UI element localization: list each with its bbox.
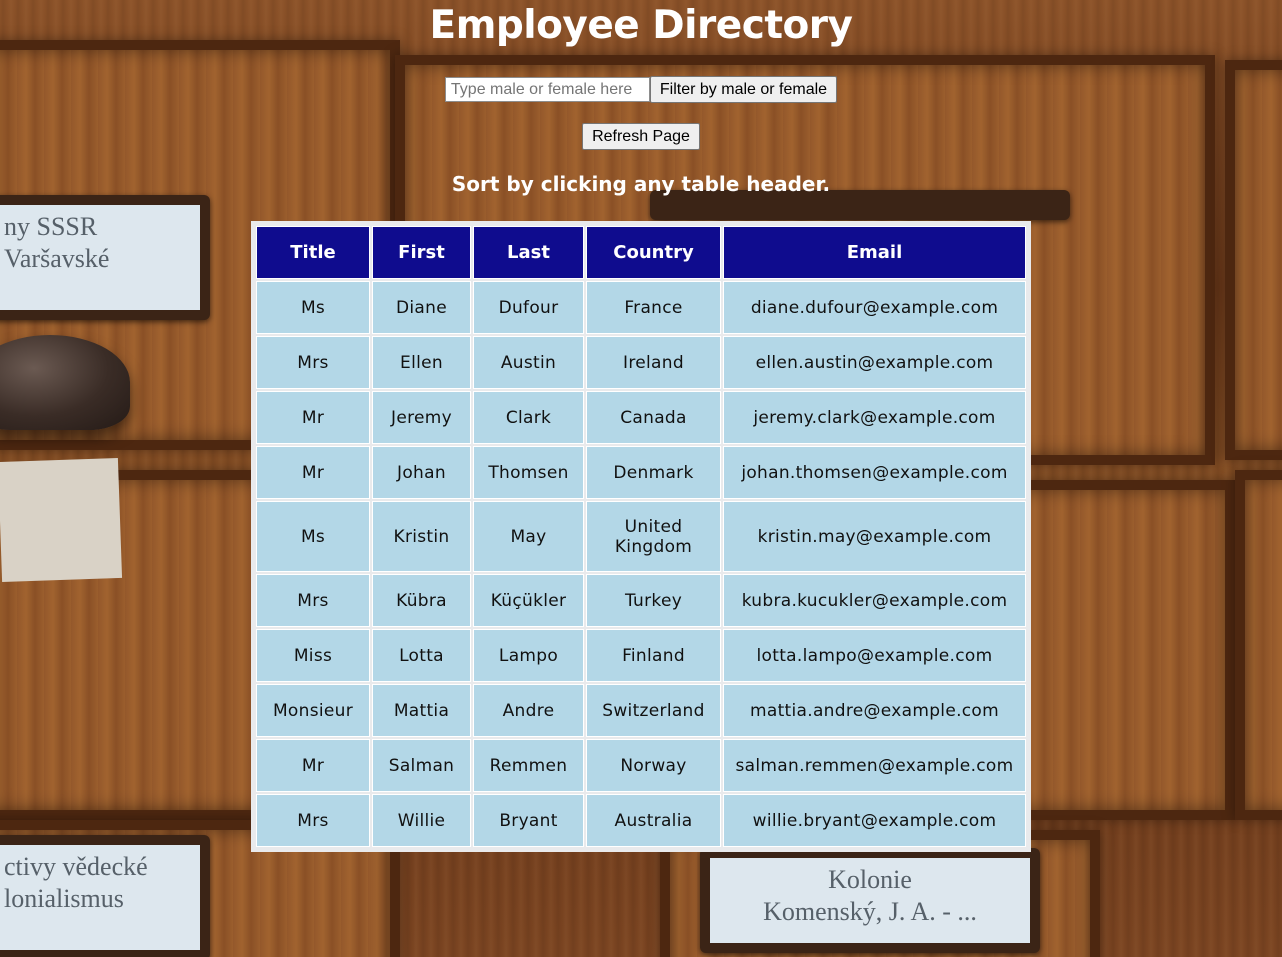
cell-last: Küçükler xyxy=(473,574,584,627)
cell-title: Monsieur xyxy=(256,684,370,737)
table-row: Ms Diane Dufour France diane.dufour@exam… xyxy=(256,281,1026,334)
header-first[interactable]: First xyxy=(372,226,471,279)
table-frame: Title First Last Country Email Ms Diane … xyxy=(251,221,1031,852)
cell-first: Diane xyxy=(372,281,471,334)
cell-email: mattia.andre@example.com xyxy=(723,684,1026,737)
cell-last: Bryant xyxy=(473,794,584,847)
cell-title: Ms xyxy=(256,501,370,572)
cell-country: France xyxy=(586,281,721,334)
drawer-label-line: lonialismus xyxy=(4,884,124,913)
cell-country: Ireland xyxy=(586,336,721,389)
cell-country: Canada xyxy=(586,391,721,444)
refresh-row: Refresh Page xyxy=(0,123,1282,150)
drawer-label-line: ctivy vědecké xyxy=(4,852,148,881)
cell-title: Mr xyxy=(256,391,370,444)
cell-country: United Kingdom xyxy=(586,501,721,572)
cell-country: Switzerland xyxy=(586,684,721,737)
cell-title: Mr xyxy=(256,739,370,792)
cell-last: Thomsen xyxy=(473,446,584,499)
sort-hint: Sort by clicking any table header. xyxy=(451,172,831,196)
cell-first: Kübra xyxy=(372,574,471,627)
cell-last: Clark xyxy=(473,391,584,444)
drawer-label-holder: ctivy vědecké lonialismus xyxy=(0,835,210,957)
employee-table: Title First Last Country Email Ms Diane … xyxy=(254,224,1028,849)
table-row: Mr Salman Remmen Norway salman.remmen@ex… xyxy=(256,739,1026,792)
cell-first: Willie xyxy=(372,794,471,847)
drawer-label-holder: Kolonie Komenský, J. A. - ... xyxy=(700,848,1040,953)
cell-email: lotta.lampo@example.com xyxy=(723,629,1026,682)
cell-first: Johan xyxy=(372,446,471,499)
table-row: Miss Lotta Lampo Finland lotta.lampo@exa… xyxy=(256,629,1026,682)
cell-first: Ellen xyxy=(372,336,471,389)
table-header-row: Title First Last Country Email xyxy=(256,226,1026,279)
cell-last: Remmen xyxy=(473,739,584,792)
cell-last: Andre xyxy=(473,684,584,737)
cell-first: Salman xyxy=(372,739,471,792)
cell-email: salman.remmen@example.com xyxy=(723,739,1026,792)
cell-country: Turkey xyxy=(586,574,721,627)
header-email[interactable]: Email xyxy=(723,226,1026,279)
cell-last: Lampo xyxy=(473,629,584,682)
cell-first: Jeremy xyxy=(372,391,471,444)
header-country[interactable]: Country xyxy=(586,226,721,279)
cell-email: kristin.may@example.com xyxy=(723,501,1026,572)
drawer-label-card: Kolonie Komenský, J. A. - ... xyxy=(710,858,1030,943)
cell-email: ellen.austin@example.com xyxy=(723,336,1026,389)
drawer-label-card: ctivy vědecké lonialismus xyxy=(0,845,200,950)
table-row: Monsieur Mattia Andre Switzerland mattia… xyxy=(256,684,1026,737)
cell-title: Ms xyxy=(256,281,370,334)
cell-last: Austin xyxy=(473,336,584,389)
header-last[interactable]: Last xyxy=(473,226,584,279)
cell-title: Mr xyxy=(256,446,370,499)
drawer-label-line: Kolonie xyxy=(828,865,912,894)
table-row: Mrs Ellen Austin Ireland ellen.austin@ex… xyxy=(256,336,1026,389)
gender-filter-input[interactable] xyxy=(444,77,650,102)
page-title: Employee Directory xyxy=(429,3,853,48)
cell-title: Mrs xyxy=(256,336,370,389)
cell-last: Dufour xyxy=(473,281,584,334)
cell-country: Denmark xyxy=(586,446,721,499)
app-container: Employee Directory Filter by male or fem… xyxy=(0,0,1282,852)
cell-email: kubra.kucukler@example.com xyxy=(723,574,1026,627)
table-row: Mr Jeremy Clark Canada jeremy.clark@exam… xyxy=(256,391,1026,444)
cell-email: diane.dufour@example.com xyxy=(723,281,1026,334)
header-title[interactable]: Title xyxy=(256,226,370,279)
table-row: Ms Kristin May United Kingdom kristin.ma… xyxy=(256,501,1026,572)
cell-first: Mattia xyxy=(372,684,471,737)
cell-first: Lotta xyxy=(372,629,471,682)
filter-button[interactable]: Filter by male or female xyxy=(649,76,838,103)
cell-first: Kristin xyxy=(372,501,471,572)
refresh-button[interactable]: Refresh Page xyxy=(582,123,700,150)
cell-email: willie.bryant@example.com xyxy=(723,794,1026,847)
cell-email: johan.thomsen@example.com xyxy=(723,446,1026,499)
cell-email: jeremy.clark@example.com xyxy=(723,391,1026,444)
filter-bar: Filter by male or female xyxy=(0,76,1282,103)
cell-title: Mrs xyxy=(256,574,370,627)
cell-last: May xyxy=(473,501,584,572)
cell-country: Norway xyxy=(586,739,721,792)
table-row: Mr Johan Thomsen Denmark johan.thomsen@e… xyxy=(256,446,1026,499)
cell-title: Mrs xyxy=(256,794,370,847)
cell-title: Miss xyxy=(256,629,370,682)
cell-country: Australia xyxy=(586,794,721,847)
drawer-label-line: Komenský, J. A. - ... xyxy=(763,897,977,926)
table-row: Mrs Willie Bryant Australia willie.bryan… xyxy=(256,794,1026,847)
cell-country: Finland xyxy=(586,629,721,682)
table-row: Mrs Kübra Küçükler Turkey kubra.kucukler… xyxy=(256,574,1026,627)
